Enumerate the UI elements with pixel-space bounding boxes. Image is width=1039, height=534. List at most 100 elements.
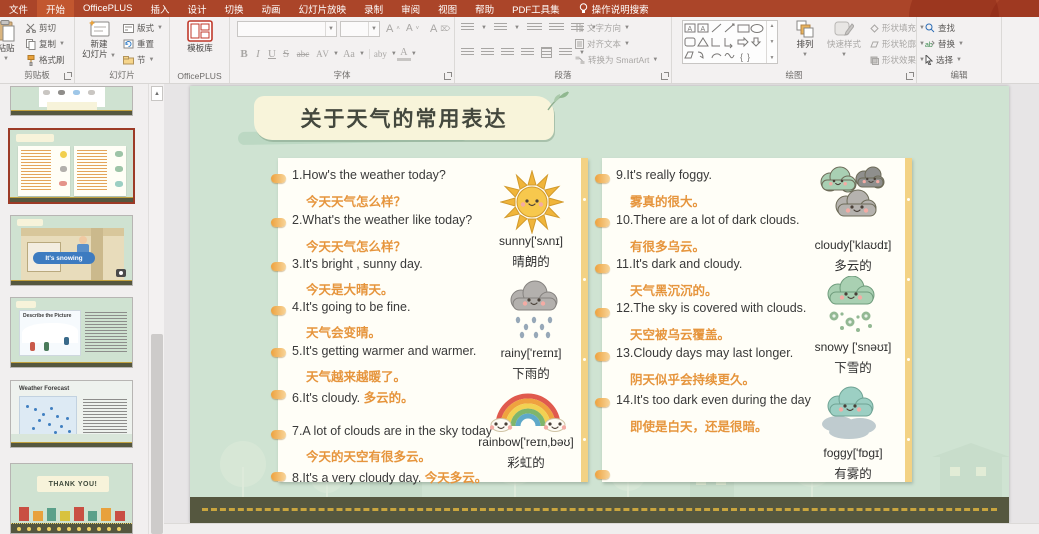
- font-size-combo[interactable]: ▼: [340, 21, 380, 37]
- align-text-button[interactable]: 对齐文本▼: [575, 38, 630, 50]
- slide-thumbnail-6[interactable]: THANK YOU!: [10, 463, 133, 534]
- slide-thumbnail-1[interactable]: [10, 86, 133, 116]
- tab-slideshow[interactable]: 幻灯片放映: [290, 0, 356, 17]
- pointer-bullet-icon: [595, 264, 610, 273]
- group-label-font: 字体: [230, 69, 454, 81]
- select-button[interactable]: 选择▼: [925, 54, 962, 66]
- align-center-button[interactable]: [481, 48, 494, 57]
- tab-design[interactable]: 设计: [179, 0, 216, 17]
- slide-thumbnail-5[interactable]: Weather Forecast: [10, 380, 133, 448]
- align-left-button[interactable]: [461, 48, 474, 57]
- tab-insert[interactable]: 插入: [142, 0, 179, 17]
- horizontal-scroll-area[interactable]: [164, 523, 1039, 534]
- left-text-card[interactable]: 1.How's the weather today? 今天天气怎么样？ 2.Wh…: [278, 158, 588, 482]
- find-button[interactable]: 查找: [925, 22, 955, 34]
- font-dialog-launcher-icon[interactable]: [444, 73, 451, 80]
- shape-gallery-scrollbar[interactable]: ▲ ▼ ▼: [766, 21, 777, 63]
- slide-title-banner[interactable]: 关于天气的常用表达: [254, 96, 554, 140]
- list-item-zh: 天气越来越暖了。: [306, 366, 406, 385]
- arrange-button[interactable]: 排列▼: [790, 20, 820, 59]
- mini-caption: It's snowing: [45, 255, 82, 262]
- scroll-up-icon[interactable]: ▲: [770, 23, 775, 29]
- add-remove-columns-button[interactable]: [559, 48, 572, 57]
- convert-smartart-button[interactable]: 转换为 SmartArt▼: [575, 54, 658, 66]
- font-style-row: B I U S abc AV ▼ Aa ▼ aby ▼ A ▼: [237, 47, 417, 61]
- tab-pdf-tools[interactable]: PDF工具集: [503, 0, 569, 17]
- increase-indent-button[interactable]: [549, 23, 564, 32]
- powerpoint-window: 文件 开始 OfficePLUS 插入 设计 切换 动画 幻灯片放映 录制 审阅…: [0, 0, 1039, 534]
- tab-record[interactable]: 录制: [355, 0, 392, 17]
- tab-home[interactable]: 开始: [37, 0, 74, 17]
- new-slide-button[interactable]: 新建幻灯片 ▼: [79, 20, 119, 60]
- grow-font-button[interactable]: A˄: [386, 23, 400, 35]
- reset-button[interactable]: 重置: [123, 38, 154, 50]
- text-direction-button[interactable]: 文字方向▼: [575, 22, 630, 34]
- pointer-bullet-icon: [595, 218, 610, 227]
- numbering-button[interactable]: [494, 23, 507, 32]
- slide-thumbnail-3[interactable]: It's snowing: [10, 215, 133, 286]
- tab-review[interactable]: 审阅: [392, 0, 429, 17]
- tab-officeplus[interactable]: OfficePLUS: [74, 0, 141, 17]
- italic-button[interactable]: I: [251, 48, 265, 60]
- align-right-button[interactable]: [501, 48, 514, 57]
- cut-button[interactable]: 剪切: [26, 22, 56, 34]
- card-edge-strip: [581, 158, 588, 482]
- scroll-down-icon[interactable]: ▼: [770, 39, 775, 45]
- tab-transitions[interactable]: 切换: [216, 0, 253, 17]
- vocab-zh: 晴朗的: [478, 251, 584, 270]
- tab-animations[interactable]: 动画: [253, 0, 290, 17]
- format-painter-button[interactable]: 格式刷: [26, 54, 65, 66]
- tab-help[interactable]: 帮助: [466, 0, 503, 17]
- gallery-more-icon[interactable]: ▼: [770, 55, 775, 61]
- character-spacing-button[interactable]: AV: [313, 49, 333, 59]
- scroll-up-icon[interactable]: ▲: [151, 86, 163, 101]
- layout-button[interactable]: 版式▼: [123, 22, 163, 34]
- paragraph-dialog-launcher-icon[interactable]: [661, 73, 668, 80]
- columns-button[interactable]: [541, 47, 552, 58]
- pointer-bullet-icon: [271, 174, 286, 183]
- drawing-dialog-launcher-icon[interactable]: [906, 73, 913, 80]
- underline-button[interactable]: U: [265, 48, 279, 60]
- right-text-card[interactable]: 9.It's really foggy. 雾真的很大。 10.There are…: [602, 158, 912, 482]
- replace-button[interactable]: ab 替换▼: [925, 38, 964, 50]
- scrollbar-thumb[interactable]: [151, 334, 163, 534]
- font-name-combo[interactable]: ▼: [237, 21, 337, 37]
- current-slide[interactable]: 关于天气的常用表达 1.How's the weath: [190, 86, 1009, 523]
- justify-button[interactable]: [521, 48, 534, 57]
- group-label-officeplus: OfficePLUS: [170, 71, 229, 81]
- section-button[interactable]: 节▼: [123, 54, 154, 66]
- svg-text:{: {: [740, 52, 743, 62]
- svg-text:A: A: [701, 26, 706, 33]
- text-direction-icon: [575, 23, 584, 33]
- paste-button[interactable]: 粘贴▼: [0, 20, 22, 63]
- bullets-button[interactable]: [461, 23, 474, 32]
- group-label-clipboard: 剪贴板: [0, 69, 74, 81]
- list-item-zh: 天空被乌云覆盖。: [630, 324, 730, 343]
- list-item-en: 10.There are a lot of dark clouds.: [616, 213, 799, 227]
- slide-thumbnail-2-selected[interactable]: [8, 128, 135, 204]
- slide-thumbnail-4[interactable]: Describe the Picture: [10, 297, 133, 368]
- clipboard-dialog-launcher-icon[interactable]: [64, 73, 71, 80]
- group-label-editing: 编辑: [917, 69, 1001, 81]
- shrink-font-button[interactable]: A˅: [406, 23, 419, 34]
- template-library-icon: [187, 20, 213, 42]
- template-library-button[interactable]: 模板库: [180, 20, 220, 54]
- quick-styles-button[interactable]: 快速样式▼: [822, 20, 866, 59]
- replace-icon: ab: [925, 39, 935, 49]
- shape-gallery[interactable]: A A {} ▲▼▼: [682, 20, 778, 64]
- font-color-button[interactable]: A: [397, 47, 411, 61]
- subscript-abc-button[interactable]: abc: [293, 49, 313, 59]
- copy-button[interactable]: 复制▼: [26, 38, 65, 50]
- tab-view[interactable]: 视图: [429, 0, 466, 17]
- thumbnail-scrollbar[interactable]: ▲: [148, 84, 164, 534]
- titlebar-decoration: [909, 0, 999, 17]
- change-case-button[interactable]: Aa: [339, 49, 359, 60]
- tell-me-search[interactable]: 操作说明搜索: [569, 0, 659, 17]
- bold-button[interactable]: B: [237, 48, 251, 60]
- search-label: 操作说明搜索: [592, 2, 649, 16]
- tab-file[interactable]: 文件: [0, 0, 37, 17]
- highlight-color-button[interactable]: aby: [369, 49, 391, 59]
- strikethrough-button[interactable]: S: [279, 48, 293, 60]
- decrease-indent-button[interactable]: [527, 23, 542, 32]
- clear-formatting-button[interactable]: A⌦: [430, 23, 450, 35]
